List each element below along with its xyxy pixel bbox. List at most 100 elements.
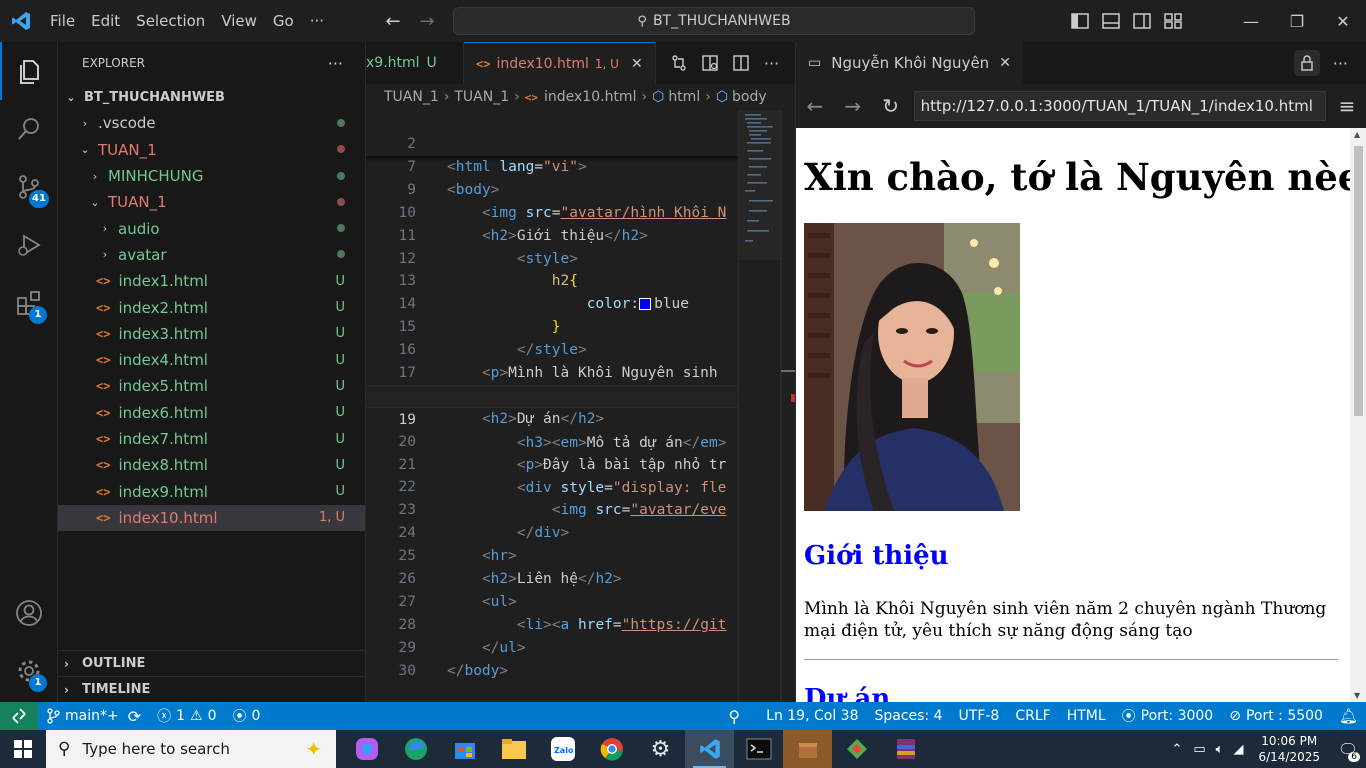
tree-file[interactable]: <> index2.html U: [58, 294, 365, 320]
url-input[interactable]: http://127.0.0.1:3000/TUAN_1/TUAN_1/inde…: [913, 91, 1327, 121]
notifications-bell-icon[interactable]: 🔔︎: [1331, 707, 1366, 725]
winrar-app-icon[interactable]: [881, 730, 930, 768]
taskbar-search[interactable]: ⚲ Type here to search ✦: [46, 730, 336, 768]
tree-file[interactable]: <> index7.html U: [58, 426, 365, 452]
close-icon[interactable]: ✕: [631, 56, 643, 72]
split-editor-icon[interactable]: [725, 54, 756, 72]
scroll-down-arrow-icon[interactable]: ▼: [1354, 691, 1360, 700]
tree-file[interactable]: <> index8.html U: [58, 452, 365, 478]
accounts-activity[interactable]: [0, 584, 58, 642]
breadcrumb-item[interactable]: TUAN_1: [454, 89, 509, 105]
more-actions-icon[interactable]: ···: [756, 54, 787, 73]
settings-app-icon[interactable]: ⚙: [636, 730, 685, 768]
live-server-port-5500[interactable]: ⊘ Port : 5500: [1221, 708, 1331, 724]
speaker-icon[interactable]: 🔈︎: [1211, 742, 1229, 757]
manage-activity[interactable]: 1: [0, 642, 58, 700]
tree-file[interactable]: <> index1.html U: [58, 268, 365, 294]
explorer-activity[interactable]: [0, 42, 58, 100]
tab-index9[interactable]: x9.html U: [366, 42, 464, 84]
minimize-button[interactable]: —: [1228, 0, 1274, 42]
menu-more[interactable]: ···: [302, 0, 332, 42]
outline-section[interactable]: › OUTLINE: [58, 650, 366, 676]
scroll-up-arrow-icon[interactable]: ▲: [1354, 130, 1360, 139]
open-preview-icon[interactable]: [694, 54, 725, 72]
tab-index10[interactable]: <> index10.html 1, U ✕: [464, 42, 656, 84]
breadcrumb-item[interactable]: TUAN_1: [384, 89, 439, 105]
zalo-app-icon[interactable]: Zalo: [538, 730, 587, 768]
menu-go[interactable]: Go: [265, 0, 302, 42]
back-arrow-icon[interactable]: ←: [376, 11, 410, 32]
run-debug-activity[interactable]: [0, 216, 58, 274]
wifi-icon[interactable]: ◢: [1228, 742, 1248, 757]
browser-tab[interactable]: ▭ Nguyễn Khôi Nguyên ✕: [796, 42, 1023, 84]
tree-file[interactable]: <> index5.html U: [58, 373, 365, 399]
toggle-secondary-sidebar-icon[interactable]: [1126, 0, 1157, 42]
restore-button[interactable]: ❐: [1274, 0, 1320, 42]
clock[interactable]: 10:06 PM 6/14/2025: [1248, 733, 1330, 765]
more-actions-icon[interactable]: ···: [1333, 54, 1348, 73]
file-explorer-app-icon[interactable]: [489, 730, 538, 768]
package-app-icon[interactable]: [783, 730, 832, 768]
git-branch[interactable]: main*+ ⟳: [38, 707, 149, 726]
copilot-app-icon[interactable]: [342, 730, 391, 768]
source-control-activity[interactable]: 41: [0, 158, 58, 216]
explorer-more-button[interactable]: ···: [328, 54, 343, 73]
menu-selection[interactable]: Selection: [128, 0, 213, 42]
menu-view[interactable]: View: [213, 0, 265, 42]
extensions-activity[interactable]: 1: [0, 274, 58, 332]
edge-app-icon[interactable]: [391, 730, 440, 768]
remote-indicator-icon[interactable]: [0, 702, 38, 730]
forward-arrow-icon[interactable]: →: [410, 11, 444, 32]
problems-indicator[interactable]: ⓧ 1 ⚠ 0: [149, 706, 224, 726]
encoding[interactable]: UTF-8: [951, 708, 1008, 724]
tree-folder-avatar[interactable]: › avatar: [58, 242, 365, 268]
notification-center[interactable]: 🗨︎ 6: [1330, 730, 1366, 768]
tree-file[interactable]: <> index6.html U: [58, 400, 365, 426]
language-mode[interactable]: HTML: [1059, 708, 1114, 724]
forward-arrow-icon[interactable]: →: [834, 94, 872, 118]
page-scrollbar[interactable]: ▼ ▲: [1350, 128, 1366, 702]
tree-folder-tuan1[interactable]: ⌄ TUAN_1: [58, 137, 365, 163]
compare-changes-icon[interactable]: [663, 54, 694, 72]
customize-layout-icon[interactable]: [1157, 0, 1188, 42]
breadcrumb-item[interactable]: html: [668, 89, 700, 105]
terminal-app-icon[interactable]: [734, 730, 783, 768]
toggle-sidebar-icon[interactable]: [1064, 0, 1095, 42]
breadcrumb-item[interactable]: body: [732, 89, 767, 105]
search-activity[interactable]: [0, 100, 58, 158]
timeline-section[interactable]: › TIMELINE: [58, 676, 366, 702]
close-button[interactable]: ✕: [1320, 0, 1366, 42]
tree-file[interactable]: <> index9.html U: [58, 478, 365, 504]
breadcrumb-item[interactable]: index10.html: [544, 89, 636, 105]
tree-root[interactable]: ⌄ BT_THUCHANHWEB: [58, 84, 365, 110]
sync-icon[interactable]: ⟳: [128, 707, 141, 726]
minimap[interactable]: [738, 110, 795, 702]
command-center-search[interactable]: ⚲ BT_THUCHANHWEB: [453, 7, 975, 35]
cursor-position[interactable]: Ln 19, Col 38: [758, 708, 866, 724]
gitkraken-app-icon[interactable]: [832, 730, 881, 768]
indentation[interactable]: Spaces: 4: [866, 708, 950, 724]
tree-folder-minhchung[interactable]: › MINHCHUNG: [58, 163, 365, 189]
chrome-app-icon[interactable]: [587, 730, 636, 768]
end-of-line[interactable]: CRLF: [1007, 708, 1058, 724]
reload-icon[interactable]: ↻: [872, 94, 910, 118]
code-editor[interactable]: 2 <html lang="vi"> 7 <body> 9 <img src="…: [366, 110, 738, 702]
tree-file-selected[interactable]: <> index10.html 1, U: [58, 504, 365, 532]
zoom-icon[interactable]: ⚲: [720, 707, 758, 726]
back-arrow-icon[interactable]: ←: [796, 94, 834, 118]
tree-file[interactable]: <> index4.html U: [58, 347, 365, 373]
scrollbar-thumb[interactable]: [1354, 146, 1363, 416]
close-icon[interactable]: ✕: [999, 55, 1011, 71]
tree-file[interactable]: <> index3.html U: [58, 321, 365, 347]
store-app-icon[interactable]: [440, 730, 489, 768]
live-server-port-3000[interactable]: ⦿ Port: 3000: [1114, 706, 1222, 726]
start-button[interactable]: [0, 730, 46, 768]
menu-edit[interactable]: Edit: [83, 0, 128, 42]
vscode-app-icon[interactable]: [685, 730, 734, 768]
tree-folder-vscode[interactable]: › .vscode: [58, 110, 365, 136]
lock-icon[interactable]: [1294, 50, 1320, 76]
menu-file[interactable]: File: [42, 0, 83, 42]
chevron-up-icon[interactable]: ⌃: [1165, 742, 1188, 757]
battery-icon[interactable]: ▭: [1188, 742, 1210, 757]
tree-folder-tuan1-inner[interactable]: ⌄ TUAN_1: [58, 189, 365, 215]
